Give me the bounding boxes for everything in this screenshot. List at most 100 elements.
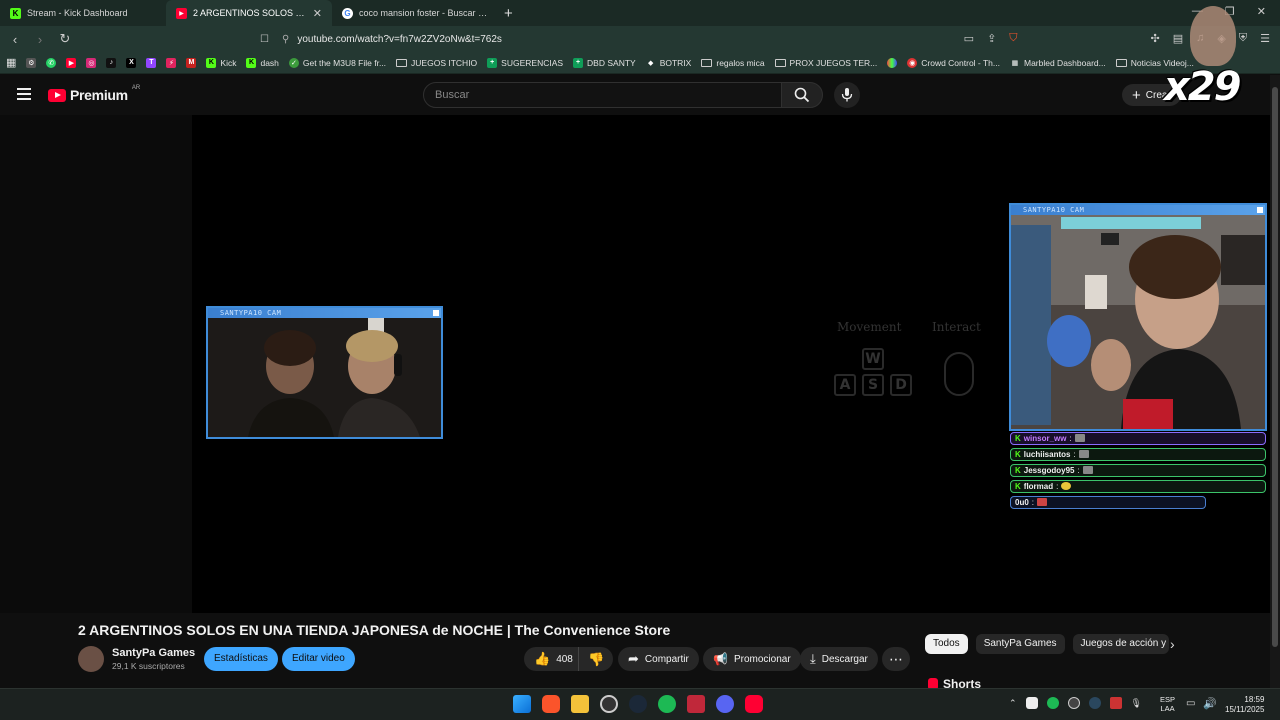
brave-shield-icon[interactable]: ⛉ bbox=[1009, 32, 1017, 45]
vpn-icon[interactable]: ⛨ bbox=[1239, 32, 1247, 45]
bookmark-icon[interactable]: ☐ bbox=[260, 34, 269, 45]
flag-tray-icon[interactable] bbox=[1109, 697, 1122, 709]
chip-action-games[interactable]: Juegos de acción y a bbox=[1072, 634, 1169, 654]
bookmark-kick[interactable]: K Kick bbox=[206, 57, 236, 68]
folder-icon bbox=[774, 58, 786, 67]
statistics-button[interactable]: Estadísticas bbox=[204, 647, 278, 671]
channel-avatar[interactable] bbox=[78, 646, 104, 672]
bookmark-instagram[interactable]: ◎ bbox=[86, 57, 97, 68]
forward-icon[interactable]: › bbox=[30, 32, 50, 47]
cast-icon[interactable]: ▭ bbox=[964, 32, 974, 45]
search-input[interactable]: Buscar bbox=[423, 82, 782, 108]
more-actions-button[interactable]: ⋯ bbox=[882, 647, 910, 671]
chevron-up-icon[interactable]: ⌃ bbox=[1009, 698, 1017, 709]
site-info-icon[interactable]: ⚲ bbox=[282, 34, 289, 45]
video-editor-icon[interactable] bbox=[687, 695, 705, 713]
new-tab-button[interactable]: + bbox=[504, 5, 513, 22]
bookmark-settings[interactable]: ⚙ bbox=[26, 57, 37, 68]
bookmark-botrix[interactable]: ◆ BOTRIX bbox=[646, 58, 691, 68]
youtube-premium-logo[interactable]: Premium AR bbox=[48, 85, 140, 103]
bookmark-x[interactable]: X bbox=[126, 57, 137, 68]
download-icon: ⤓ bbox=[810, 651, 816, 666]
mic-tray-icon[interactable]: 🎙 bbox=[1131, 698, 1142, 709]
steam-tray-icon[interactable] bbox=[1088, 697, 1101, 709]
chat-message: 0u0: bbox=[1010, 496, 1206, 509]
bookmark-label: Get the M3U8 File fr... bbox=[302, 57, 387, 68]
chat-separator: : bbox=[1069, 434, 1072, 443]
network-icon[interactable]: ▭ bbox=[1186, 698, 1195, 709]
channel-name[interactable]: SantyPa Games bbox=[112, 647, 195, 659]
back-icon[interactable]: ‹ bbox=[5, 32, 25, 47]
close-tab-icon[interactable]: ✕ bbox=[313, 7, 322, 20]
bookmark-gmail[interactable]: M bbox=[186, 57, 197, 68]
tab-google-search[interactable]: G coco mansion foster - Buscar con Go bbox=[332, 0, 498, 26]
share-button[interactable]: ➦ Compartir bbox=[618, 647, 699, 671]
bookmark-dash[interactable]: Kdash bbox=[246, 57, 279, 68]
chat-message: K winsor_ww: bbox=[1010, 432, 1266, 445]
discord-icon[interactable] bbox=[716, 695, 734, 713]
x-icon: X bbox=[126, 57, 137, 68]
reload-icon[interactable]: ↻ bbox=[55, 31, 75, 47]
bookmark-prox-juegos[interactable]: PROX JUEGOS TER... bbox=[774, 58, 877, 68]
tab-kick-dashboard[interactable]: K Stream - Kick Dashboard bbox=[0, 0, 166, 26]
spotify-icon[interactable] bbox=[658, 695, 676, 713]
page-scrollbar[interactable] bbox=[1270, 75, 1280, 688]
url-bar[interactable]: ☐ ⚲ youtube.com/watch?v=fn7w2ZV2oNw&t=76… bbox=[260, 29, 1002, 49]
hamburger-menu-icon[interactable] bbox=[17, 88, 31, 103]
search-button[interactable] bbox=[781, 82, 823, 108]
bookmark-marbled[interactable]: ▦ Marbled Dashboard... bbox=[1010, 58, 1106, 68]
video-player[interactable]: SANTYPA10 CAM SANTYPA10 CAM Movement Int… bbox=[0, 115, 1270, 613]
tab-youtube-video[interactable]: ▶ 2 ARGENTINOS SOLOS EN UNA ✕ bbox=[166, 0, 332, 26]
youtube-app-icon[interactable] bbox=[745, 695, 763, 713]
chat-message: K luchiisantos: bbox=[1010, 448, 1266, 461]
dislike-button[interactable]: 👍 bbox=[578, 647, 614, 671]
close-window-icon[interactable]: ✕ bbox=[1257, 5, 1266, 18]
language-indicator[interactable]: ESP LAA bbox=[1160, 695, 1175, 713]
chip-all[interactable]: Todos bbox=[925, 634, 968, 654]
guest-cam-feed bbox=[208, 318, 441, 437]
kick-icon: K bbox=[246, 57, 257, 68]
interact-label: Interact bbox=[932, 320, 981, 334]
chip-channel[interactable]: SantyPa Games bbox=[975, 634, 1065, 654]
bookmark-m3u8[interactable]: ✓ Get the M3U8 File fr... bbox=[288, 57, 387, 68]
guest-cam-window: SANTYPA10 CAM bbox=[206, 306, 443, 439]
sidebar-icon[interactable]: ▤ bbox=[1173, 32, 1183, 45]
bookmark-twitch[interactable]: T bbox=[146, 57, 157, 68]
bookmark-sugerencias[interactable]: + SUGERENCIAS bbox=[487, 57, 563, 68]
brave-browser-icon[interactable] bbox=[542, 695, 560, 713]
bookmark-youtube[interactable]: ▶ bbox=[66, 57, 77, 68]
megaphone-icon: 📢 bbox=[713, 652, 728, 666]
windows-start-icon[interactable] bbox=[513, 695, 531, 713]
clock[interactable]: 18:59 15/11/2025 bbox=[1225, 695, 1264, 715]
game-icon[interactable] bbox=[1025, 697, 1038, 709]
bookmark-whatsapp[interactable]: ✆ bbox=[46, 57, 57, 68]
chat-overlay: K winsor_ww: K luchiisantos: K Jessgodoy… bbox=[1010, 432, 1266, 512]
bookmark-regalos-mica[interactable]: regalos mica bbox=[701, 58, 765, 68]
bookmark-dbd-santy[interactable]: + DBD SANTY bbox=[573, 57, 636, 68]
extensions-icon[interactable]: ✣ bbox=[1151, 32, 1160, 45]
download-button[interactable]: ⤓ Descargar bbox=[800, 647, 878, 671]
promote-button[interactable]: 📢 Promocionar bbox=[703, 647, 801, 671]
obs-tray-icon[interactable] bbox=[1067, 697, 1080, 709]
edit-video-button[interactable]: Editar video bbox=[282, 647, 355, 671]
bookmark-colorful[interactable] bbox=[887, 57, 898, 68]
apps-grid-icon[interactable]: ▦ bbox=[6, 56, 16, 69]
chat-separator: : bbox=[1056, 482, 1059, 491]
spotify-tray-icon[interactable] bbox=[1046, 697, 1059, 709]
voice-search-button[interactable] bbox=[834, 82, 860, 108]
movement-label: Movement bbox=[837, 320, 902, 334]
file-explorer-icon[interactable] bbox=[571, 695, 589, 713]
colorful-icon bbox=[887, 57, 898, 68]
like-button[interactable]: 👍 408 bbox=[524, 647, 581, 671]
bookmark-crowd-control[interactable]: ◉ Crowd Control - Th... bbox=[907, 57, 1000, 68]
volume-icon[interactable]: 🔊 bbox=[1203, 697, 1217, 710]
steam-icon[interactable] bbox=[629, 695, 647, 713]
obs-icon[interactable] bbox=[600, 695, 618, 713]
bookmark-tiktok[interactable]: ♪ bbox=[106, 57, 117, 68]
chevron-right-icon[interactable]: › bbox=[1170, 636, 1175, 652]
menu-icon[interactable]: ☰ bbox=[1260, 32, 1270, 45]
bookmark-bolt[interactable]: ⚡ bbox=[166, 57, 177, 68]
bookmark-juegos-itchio[interactable]: JUEGOS ITCHIO bbox=[396, 58, 477, 68]
share-icon[interactable]: ⇪ bbox=[987, 32, 996, 45]
scrollbar-thumb[interactable] bbox=[1272, 87, 1278, 647]
